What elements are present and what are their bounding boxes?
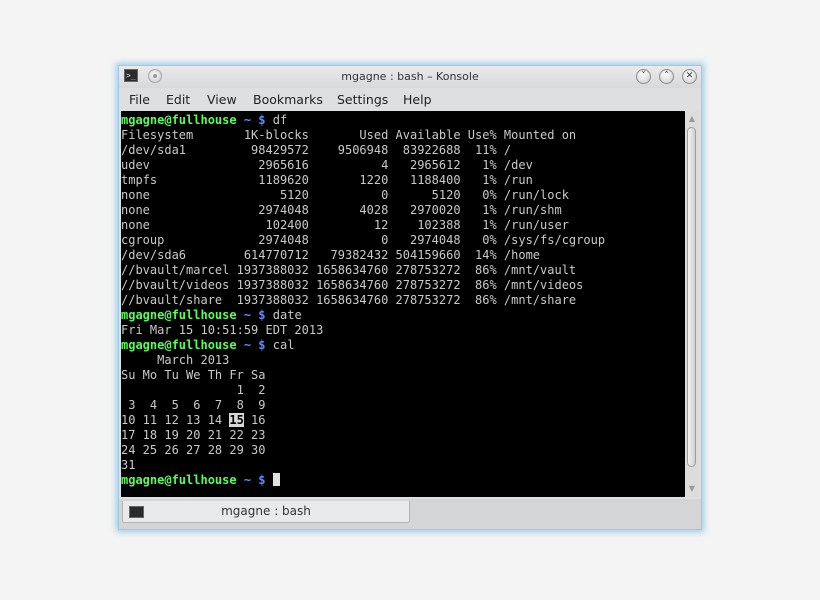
- command-text: date: [272, 308, 302, 322]
- prompt-user: mgagne@fullhouse: [121, 473, 237, 487]
- df-line: Filesystem 1K-blocks Used Available Use%…: [121, 128, 577, 142]
- prompt-user: mgagne@fullhouse: [121, 113, 237, 127]
- cal-week: 31: [121, 458, 136, 472]
- tab-bash[interactable]: mgagne : bash: [122, 501, 410, 523]
- df-line: none 5120 0 5120 0% /run/lock: [121, 188, 569, 202]
- df-line: none 102400 12 102388 1% /run/user: [121, 218, 569, 232]
- cal-week: 10 11 12 13 14 15 16: [121, 413, 266, 428]
- prompt-dir: ~: [243, 113, 252, 127]
- konsole-window: >_ mgagne : bash – Konsole ˅ ˄ ✕ File Ed…: [118, 65, 702, 530]
- tab-label: mgagne : bash: [221, 504, 311, 518]
- cal-week: 24 25 26 27 28 29 30: [121, 443, 266, 457]
- prompt-dir: ~: [243, 338, 252, 352]
- window-title: mgagne : bash – Konsole: [341, 70, 479, 83]
- menu-bar: File Edit View Bookmarks Settings Help: [119, 89, 701, 109]
- command-text: df: [272, 113, 288, 127]
- prompt-dir: ~: [243, 308, 252, 322]
- df-line: //bvault/share 1937388032 1658634760 278…: [121, 293, 577, 307]
- cal-title: March 2013: [121, 353, 230, 367]
- title-bar[interactable]: >_ mgagne : bash – Konsole ˅ ˄ ✕: [119, 66, 701, 88]
- cal-weekdays: Su Mo Tu We Th Fr Sa: [121, 368, 266, 382]
- close-button[interactable]: ✕: [682, 69, 697, 84]
- text-cursor: [272, 473, 280, 486]
- cal-days: 16: [243, 413, 266, 427]
- command-text: cal: [272, 338, 295, 352]
- df-line: //bvault/videos 1937388032 1658634760 27…: [121, 278, 584, 292]
- prompt-sign: $: [258, 338, 266, 352]
- cal-week: 17 18 19 20 21 22 23: [121, 428, 266, 442]
- prompt-line: mgagne@fullhouse ~ $ date: [121, 308, 302, 323]
- menu-view[interactable]: View: [207, 92, 237, 107]
- prompt-dir: ~: [243, 473, 252, 487]
- prompt-sign: $: [258, 113, 266, 127]
- prompt-line: mgagne@fullhouse ~ $ cal: [121, 338, 294, 353]
- minimize-button[interactable]: ˅: [636, 69, 651, 84]
- maximize-button[interactable]: ˄: [659, 69, 674, 84]
- menu-file[interactable]: File: [129, 92, 150, 107]
- prompt-line: mgagne@fullhouse ~ $ df: [121, 113, 287, 128]
- cal-days: 10 11 12 13 14: [121, 413, 230, 427]
- prompt-sign: $: [258, 308, 266, 322]
- df-line: /dev/sda6 614770712 79382432 504159660 1…: [121, 248, 541, 262]
- scrollbar-thumb[interactable]: [687, 127, 696, 467]
- cal-today: 15: [229, 413, 244, 427]
- df-line: cgroup 2974048 0 2974048 0% /sys/fs/cgro…: [121, 233, 606, 247]
- tab-bar: mgagne : bash: [119, 499, 701, 529]
- menu-edit[interactable]: Edit: [166, 92, 190, 107]
- menu-settings[interactable]: Settings: [337, 92, 388, 107]
- scroll-down-icon[interactable]: ▼: [685, 483, 699, 495]
- df-line: udev 2965616 4 2965612 1% /dev: [121, 158, 533, 172]
- cal-week: 3 4 5 6 7 8 9: [121, 398, 266, 412]
- df-line: tmpfs 1189620 1220 1188400 1% /run: [121, 173, 533, 187]
- df-line: //bvault/marcel 1937388032 1658634760 27…: [121, 263, 577, 277]
- cal-week: 1 2: [121, 383, 266, 397]
- menu-bookmarks[interactable]: Bookmarks: [253, 92, 323, 107]
- prompt-line: mgagne@fullhouse ~ $: [121, 473, 280, 488]
- prompt-user: mgagne@fullhouse: [121, 338, 237, 352]
- terminal-output[interactable]: mgagne@fullhouse ~ $ df Filesystem 1K-bl…: [121, 111, 685, 497]
- df-line: /dev/sda1 98429572 9506948 83922688 11% …: [121, 143, 512, 157]
- df-line: none 2974048 4028 2970020 1% /run/shm: [121, 203, 562, 217]
- scroll-up-icon[interactable]: ▲: [685, 113, 699, 125]
- prompt-user: mgagne@fullhouse: [121, 308, 237, 322]
- date-output: Fri Mar 15 10:51:59 EDT 2013: [121, 323, 324, 337]
- vertical-scrollbar[interactable]: ▲ ▼: [685, 111, 699, 497]
- menu-help[interactable]: Help: [403, 92, 432, 107]
- prompt-sign: $: [258, 473, 266, 487]
